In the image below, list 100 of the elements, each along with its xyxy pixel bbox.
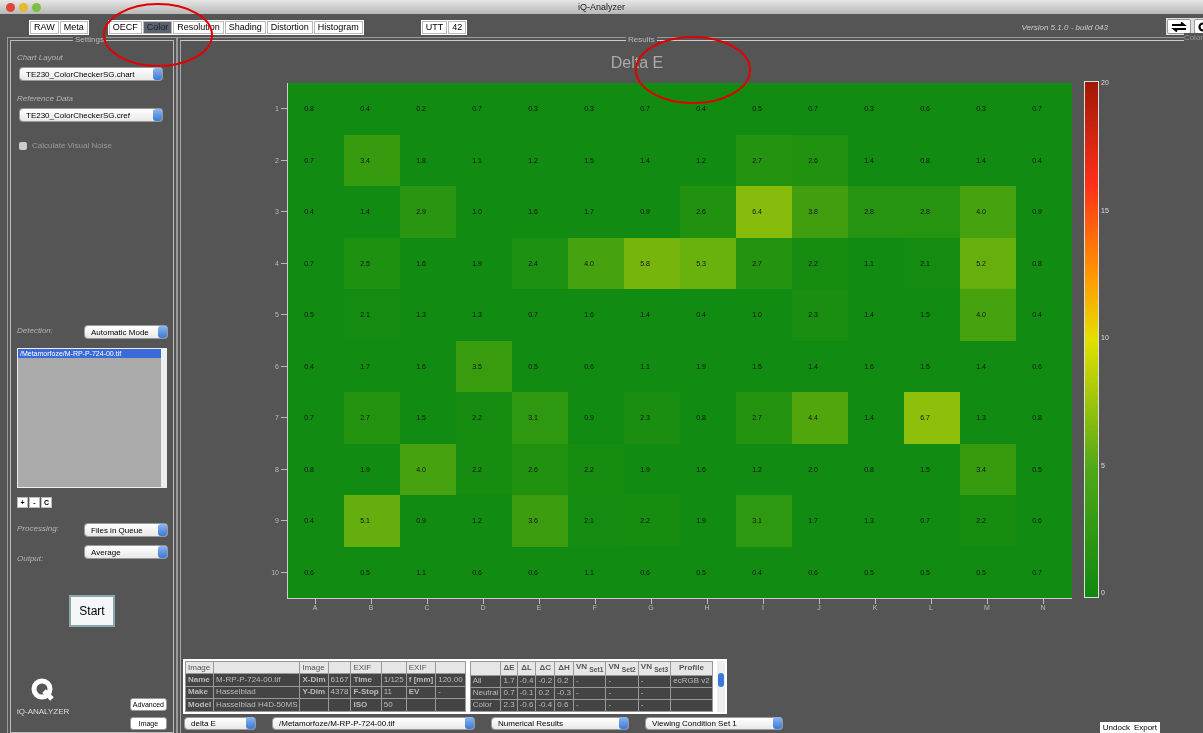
view-select[interactable]: Numerical Results <box>492 717 628 729</box>
field-label: Processing: <box>17 524 59 533</box>
table-cell: - <box>576 676 579 686</box>
tab[interactable]: Distortion <box>266 20 313 34</box>
swap-button[interactable] <box>1167 19 1191 34</box>
table-cell: F-Stop <box>353 687 379 697</box>
start-button[interactable]: Start <box>69 595 115 627</box>
link[interactable]: Export <box>1133 723 1157 732</box>
table-cell: Y-Dim <box>302 687 326 697</box>
table-cell: 120.00 <box>438 675 463 685</box>
column-header: Image <box>188 662 211 672</box>
detection-select[interactable]: Automatic Mode <box>85 326 167 338</box>
close-button[interactable] <box>6 2 15 12</box>
reference-data-select[interactable]: TE230_ColorCheckerSG.cref <box>20 109 162 121</box>
stepper-icon <box>619 717 628 730</box>
table-cell: Name <box>188 675 210 685</box>
output-select[interactable]: Average <box>85 546 167 558</box>
tab[interactable]: Histogram <box>313 20 363 34</box>
table-cell: 0.2 <box>557 676 569 686</box>
table-cell: - <box>640 688 644 698</box>
table-cell: - <box>640 676 644 686</box>
chart-button[interactable]: 42 <box>448 20 467 34</box>
table-cell: Neutral <box>472 688 499 698</box>
column-header: VN $_{Set2}$ <box>608 662 636 671</box>
column-header: VN $_{Set1}$ <box>576 662 604 671</box>
view-select[interactable]: Viewing Condition Set 1 <box>646 717 782 729</box>
table-cell: X-Dim <box>302 675 326 685</box>
table-cell: 11 <box>383 687 393 697</box>
field-label: Reference Data <box>17 94 75 103</box>
scrollbar[interactable] <box>716 661 725 712</box>
table-cell: M-RP-P-724-00.tif <box>216 675 281 685</box>
column-header: ΔE <box>503 663 515 673</box>
processing-select[interactable]: Files in Queue <box>85 524 167 536</box>
field-label: Chart Layout <box>17 53 64 62</box>
stepper-icon <box>773 717 782 730</box>
table-cell: - <box>438 687 441 697</box>
column-header: ΔH <box>558 663 570 673</box>
swap-icon <box>1171 21 1187 32</box>
table-cell: - <box>608 688 612 698</box>
table-cell: 50 <box>383 699 393 709</box>
tab[interactable]: OECF <box>108 20 142 34</box>
column-header: EXIF <box>353 662 372 672</box>
table-cell: -0.1 <box>519 688 534 698</box>
table-cell: f [mm] <box>408 675 434 685</box>
column-header: ΔL <box>521 663 532 673</box>
table-cell: 2.3 <box>503 700 515 710</box>
table-cell: - <box>576 688 579 698</box>
chart-button[interactable]: UTT <box>421 20 448 34</box>
mode-button[interactable]: RAW <box>30 20 59 34</box>
panel-legend: Settings <box>73 35 106 45</box>
column-header: Image <box>302 662 325 672</box>
table-cell: ISO <box>353 699 368 709</box>
table-cell: ecRGB v2 <box>673 676 710 686</box>
table-cell: -0.3 <box>557 688 571 698</box>
table-cell: -0.2 <box>538 676 553 686</box>
table-cell: -0.4 <box>538 700 553 710</box>
stepper-icon <box>246 717 255 730</box>
table-cell: - <box>640 700 644 710</box>
column-header: EXIF <box>408 662 427 672</box>
version-text: Version 5.1.0 - build 043 <box>1021 22 1108 32</box>
tab[interactable]: Shading <box>224 20 266 34</box>
table-cell: -0.4 <box>519 676 534 686</box>
table-cell: 1.7 <box>503 676 515 686</box>
table-cell: Time <box>353 675 372 685</box>
column-header: VN $_{Set3}$ <box>640 662 669 671</box>
table-cell: 0.2 <box>538 688 550 698</box>
table-cell: -0.6 <box>519 700 534 710</box>
view-select[interactable]: delta E <box>185 717 255 729</box>
link[interactable]: Undock <box>1102 723 1130 732</box>
column-header: Profile <box>679 663 704 673</box>
field-label: Output: <box>17 554 44 563</box>
stepper-icon <box>153 68 162 80</box>
logo-text: iQ-ANALYZER <box>17 707 70 716</box>
checkbox[interactable] <box>19 141 27 150</box>
field-label: Detection: <box>17 326 54 335</box>
chart-layout-select[interactable]: TE230_ColorCheckerSG.chart <box>20 68 162 80</box>
mode-button[interactable]: Meta <box>59 20 88 34</box>
stepper-icon <box>465 717 474 730</box>
window-title: iQ-Analyzer <box>578 2 625 12</box>
table-cell: EV <box>408 687 420 697</box>
table-cell: Make <box>188 687 208 697</box>
table-cell: 4378 <box>330 687 349 697</box>
panel-legend: Results <box>626 35 657 45</box>
table-cell: 6167 <box>330 675 349 685</box>
table-cell: Model <box>188 699 212 709</box>
table-cell: - <box>576 700 579 710</box>
stepper-icon <box>158 524 167 536</box>
table-cell: - <box>608 676 612 686</box>
table-cell: - <box>608 700 612 710</box>
table-cell: Hasselblad H4D-50MS <box>216 699 298 709</box>
stepper-icon <box>158 546 167 558</box>
table-cell: 1/125 <box>383 675 404 685</box>
table-cell: 0.6 <box>557 700 569 710</box>
table-cell: All <box>472 676 482 686</box>
table-cell: Color <box>472 700 492 710</box>
table-cell: 0.7 <box>503 688 515 698</box>
stepper-icon <box>153 109 162 121</box>
stepper-icon <box>158 326 167 338</box>
table-cell: Hasselblad <box>216 687 256 697</box>
view-select[interactable]: /Metamorfoze/M-RP-P-724-00.tif <box>273 717 474 729</box>
